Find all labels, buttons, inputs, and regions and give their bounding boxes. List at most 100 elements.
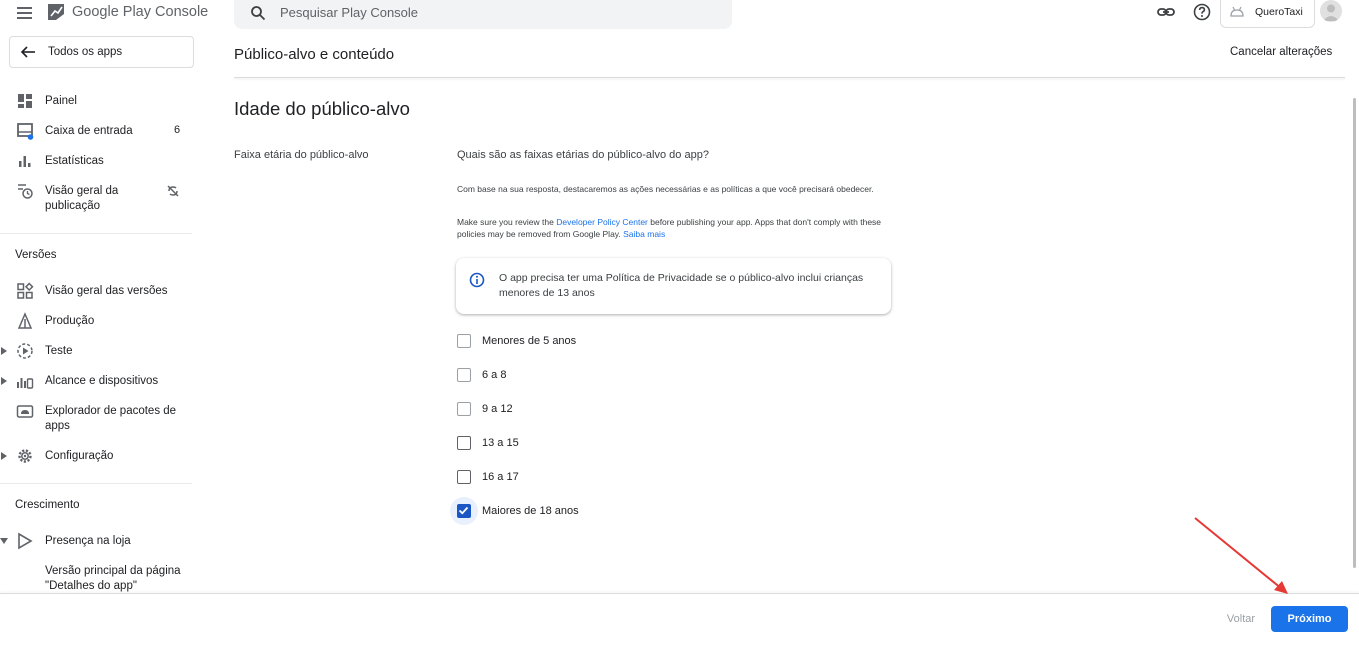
checkbox[interactable] — [457, 436, 471, 450]
sidebar-item-label: Versão principal da página "Detalhes do … — [45, 565, 181, 592]
privacy-policy-notice: O app precisa ter uma Política de Privac… — [456, 258, 891, 314]
sidebar-item-label: Teste — [45, 345, 73, 357]
back-button[interactable]: Voltar — [1215, 606, 1267, 632]
page-title: Público-alvo e conteúdo — [234, 46, 395, 63]
play-store-icon — [18, 532, 33, 550]
settings-gear-icon — [18, 449, 32, 463]
account-avatar[interactable] — [1320, 0, 1342, 22]
age-option-13-15[interactable]: 13 a 15 — [450, 429, 630, 457]
sidebar-item-releases-overview[interactable]: Visão geral das versões — [0, 282, 192, 300]
checkbox[interactable] — [457, 368, 471, 382]
age-option-label: Menores de 5 anos — [482, 335, 577, 347]
sidebar-item-label: Explorador de pacotes de apps — [45, 405, 177, 432]
sidebar-item-store-presence[interactable]: Presença na loja — [0, 532, 192, 550]
checkbox[interactable] — [457, 402, 471, 416]
search-bar[interactable]: Pesquisar Play Console — [234, 0, 732, 29]
sidebar-item-label: Visão geral da publicação — [45, 185, 119, 212]
age-option-label: 9 a 12 — [482, 403, 513, 415]
sidebar-item-configuration[interactable]: Configuração — [0, 447, 192, 465]
section-versions-heading: Versões — [15, 249, 57, 261]
age-option-6-8[interactable]: 6 a 8 — [450, 361, 630, 389]
help-icon[interactable] — [1192, 2, 1212, 22]
checkbox-checked[interactable] — [457, 504, 471, 518]
sidebar-item-reach-devices[interactable]: Alcance e dispositivos — [0, 372, 192, 390]
collapse-caret-icon[interactable] — [0, 538, 8, 544]
dashboard-icon — [18, 94, 32, 108]
sidebar-item-production[interactable]: Produção — [0, 312, 192, 330]
search-icon — [251, 5, 266, 20]
inbox-icon — [17, 123, 34, 140]
sidebar-item-inbox[interactable]: Caixa de entrada 6 — [0, 122, 192, 140]
sidebar-item-publishing-overview[interactable]: Visão geral da publicação — [0, 182, 192, 214]
help-text-answer: Com base na sua resposta, destacaremos a… — [457, 184, 874, 194]
expand-caret-icon[interactable] — [1, 452, 7, 460]
user-avatar-icon — [1323, 4, 1339, 21]
play-console-logo-icon — [48, 4, 64, 20]
age-option-label: 13 a 15 — [482, 437, 519, 449]
age-option-16-17[interactable]: 16 a 17 — [450, 463, 630, 491]
age-option-over-18[interactable]: Maiores de 18 anos — [450, 497, 630, 525]
hamburger-menu-icon[interactable] — [14, 3, 36, 21]
app-name: QueroTaxi — [1255, 6, 1303, 18]
notice-text: O app precisa ter uma Política de Privac… — [499, 272, 864, 299]
checkbox[interactable] — [457, 470, 471, 484]
annotation-arrow-icon — [1194, 517, 1288, 594]
info-icon — [469, 272, 485, 288]
age-question: Quais são as faixas etárias do público-a… — [457, 149, 709, 161]
releases-overview-icon — [17, 282, 34, 299]
google-play-console-logo[interactable]: Google Play Console — [46, 0, 208, 24]
next-button[interactable]: Próximo — [1271, 606, 1348, 632]
app-switcher[interactable]: QueroTaxi — [1220, 0, 1315, 28]
sidebar-divider — [0, 483, 192, 484]
sidebar-item-label: Presença na loja — [45, 535, 131, 547]
field-label: Faixa etária do público-alvo — [234, 149, 369, 161]
sidebar-item-test[interactable]: Teste — [0, 342, 192, 360]
sync-disabled-icon — [167, 185, 179, 197]
age-option-under-5[interactable]: Menores de 5 anos — [450, 327, 630, 355]
sidebar-nav: Todos os apps Painel Caixa de entrada 6 … — [0, 34, 200, 594]
arrow-back-icon — [20, 46, 35, 58]
sidebar-item-label: Caixa de entrada — [45, 125, 133, 137]
cancel-changes-button[interactable]: Cancelar alterações — [1230, 46, 1332, 58]
checkbox[interactable] — [457, 334, 471, 348]
learn-more-link[interactable]: Saiba mais — [623, 229, 665, 239]
reach-devices-icon — [17, 378, 34, 389]
section-title: Idade do público-alvo — [234, 98, 410, 119]
sidebar-item-label: Painel — [45, 95, 77, 107]
publishing-overview-icon — [18, 184, 33, 199]
age-option-9-12[interactable]: 9 a 12 — [450, 395, 630, 423]
sidebar-item-label: Produção — [45, 315, 95, 327]
link-icon[interactable] — [1155, 2, 1177, 22]
help-text-policy-pre: Make sure you review the — [457, 217, 557, 227]
logo-text: Google Play Console — [72, 4, 209, 20]
help-text-policy: Make sure you review the Developer Polic… — [457, 216, 907, 240]
bar-chart-icon — [19, 156, 31, 167]
scrollbar[interactable] — [1353, 98, 1356, 568]
test-icon — [17, 343, 33, 359]
checkmark-icon — [458, 506, 469, 515]
sidebar-item-label: Visão geral das versões — [45, 285, 168, 297]
age-option-label: 6 a 8 — [482, 369, 507, 381]
production-icon — [17, 312, 33, 329]
developer-policy-center-link[interactable]: Developer Policy Center — [556, 217, 648, 227]
header-divider — [234, 77, 1345, 78]
search-placeholder: Pesquisar Play Console — [280, 5, 419, 20]
age-option-label: 16 a 17 — [482, 471, 519, 483]
bundle-explorer-icon — [16, 405, 34, 418]
expand-caret-icon[interactable] — [1, 347, 7, 355]
footer-divider — [0, 593, 1359, 594]
sidebar-item-bundle-explorer[interactable]: Explorador de pacotes de apps — [0, 402, 192, 434]
expand-caret-icon[interactable] — [1, 377, 7, 385]
android-app-icon — [1230, 6, 1244, 17]
all-apps-button[interactable]: Todos os apps — [9, 36, 194, 68]
all-apps-label: Todos os apps — [48, 46, 123, 58]
sidebar-item-main-store-listing[interactable]: Versão principal da página "Detalhes do … — [0, 562, 192, 594]
sidebar-item-statistics[interactable]: Estatísticas — [0, 152, 192, 170]
sidebar-item-label: Alcance e dispositivos — [45, 375, 159, 387]
section-growth-heading: Crescimento — [15, 499, 80, 511]
sidebar-item-dashboard[interactable]: Painel — [0, 92, 192, 110]
age-option-label: Maiores de 18 anos — [482, 505, 579, 517]
top-app-bar: Google Play Console Pesquisar Play Conso… — [0, 0, 1359, 34]
sidebar-divider — [0, 233, 192, 234]
sidebar-item-label: Estatísticas — [45, 155, 104, 167]
